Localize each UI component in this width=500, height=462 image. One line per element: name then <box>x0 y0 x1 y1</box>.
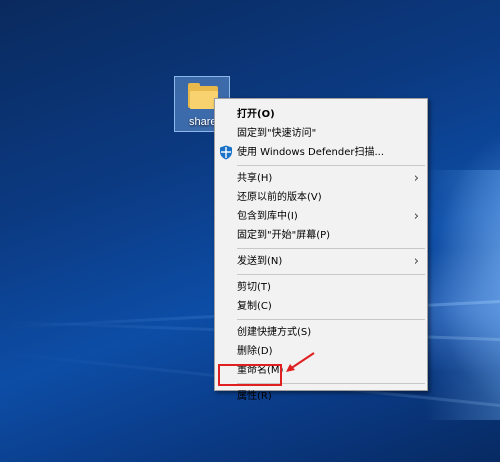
red-arrow-annotation <box>286 352 315 372</box>
menu-item-defender-scan[interactable]: 使用 Windows Defender扫描... <box>215 143 427 162</box>
menu-item-copy[interactable]: 复制(C) <box>215 297 427 316</box>
desktop[interactable]: share 打开(O) 固定到"快速访问" 使用 Windows Defende… <box>0 0 500 462</box>
menu-item-label: 使用 Windows Defender扫描... <box>237 147 385 158</box>
menu-item-label: 包含到库中(I) <box>237 211 298 222</box>
menu-item-label: 复制(C) <box>237 301 272 312</box>
menu-item-label: 共享(H) <box>237 173 273 184</box>
menu-item-label: 创建快捷方式(S) <box>237 327 312 338</box>
menu-item-send-to[interactable]: 发送到(N) › <box>215 252 427 271</box>
menu-item-label: 剪切(T) <box>237 282 271 293</box>
menu-item-properties[interactable]: 属性(R) <box>215 387 427 406</box>
windows-defender-shield-icon <box>220 145 232 160</box>
menu-item-delete[interactable]: 删除(D) <box>215 342 427 361</box>
menu-item-pin-start[interactable]: 固定到"开始"屏幕(P) <box>215 226 427 245</box>
menu-item-label: 固定到"开始"屏幕(P) <box>237 230 331 241</box>
menu-item-pin-quick-access[interactable]: 固定到"快速访问" <box>215 124 427 143</box>
menu-separator <box>237 274 425 275</box>
menu-item-label: 发送到(N) <box>237 256 283 267</box>
menu-separator <box>237 319 425 320</box>
desktop-icon-label: share <box>189 116 217 128</box>
menu-item-include-library[interactable]: 包含到库中(I) › <box>215 207 427 226</box>
menu-item-open[interactable]: 打开(O) <box>215 105 427 124</box>
menu-item-label: 固定到"快速访问" <box>237 128 317 139</box>
menu-item-label: 还原以前的版本(V) <box>237 192 322 203</box>
menu-item-cut[interactable]: 剪切(T) <box>215 278 427 297</box>
menu-item-restore-versions[interactable]: 还原以前的版本(V) <box>215 188 427 207</box>
menu-item-label: 删除(D) <box>237 346 273 357</box>
chevron-right-icon: › <box>413 209 419 224</box>
properties-highlight-box <box>218 364 282 386</box>
menu-item-label: 属性(R) <box>237 391 272 402</box>
menu-separator <box>237 248 425 249</box>
menu-item-create-shortcut[interactable]: 创建快捷方式(S) <box>215 323 427 342</box>
wallpaper-light <box>425 170 500 420</box>
context-menu: 打开(O) 固定到"快速访问" 使用 Windows Defender扫描...… <box>214 98 428 402</box>
menu-item-label: 打开(O) <box>237 109 275 120</box>
chevron-right-icon: › <box>413 171 419 186</box>
menu-item-share[interactable]: 共享(H) › <box>215 169 427 188</box>
chevron-right-icon: › <box>413 254 419 269</box>
menu-separator <box>237 165 425 166</box>
